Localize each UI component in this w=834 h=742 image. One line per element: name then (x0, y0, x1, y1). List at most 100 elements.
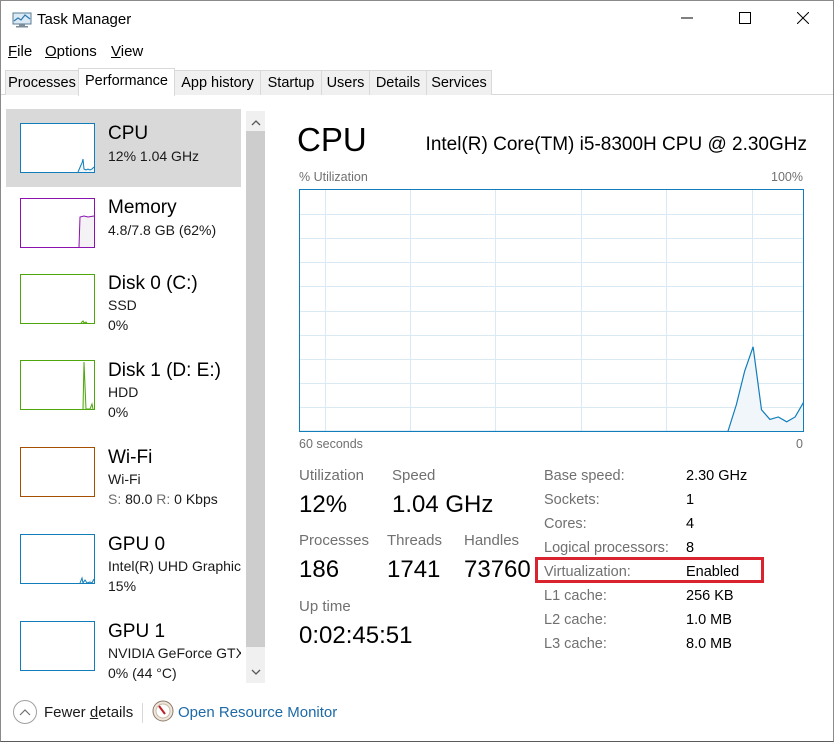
spec-l3-cache-value: 8.0 MB (686, 636, 732, 652)
performance-sidebar: CPU 12% 1.04 GHz Memory 4.8/7.8 GB (62%)… (6, 109, 241, 683)
processes-value: 186 (299, 556, 340, 583)
wifi-send-label: S: (108, 491, 122, 507)
tab-startup[interactable]: Startup (260, 70, 322, 95)
graph-x-left-label: 60 seconds (299, 437, 363, 451)
wifi-send-value: 80.0 (125, 491, 153, 507)
sidebar-gpu0-model: Intel(R) UHD Graphics (108, 558, 241, 574)
disk1-mini-graph (20, 360, 95, 410)
tab-services[interactable]: Services (426, 70, 492, 95)
menu-options[interactable]: Options (45, 43, 97, 60)
tab-details[interactable]: Details (369, 70, 427, 95)
spec-logical-processors-label: Logical processors: (544, 540, 669, 556)
chevron-down-icon (251, 662, 261, 680)
sidebar-item-gpu0[interactable]: GPU 0 Intel(R) UHD Graphics 15% (6, 522, 241, 600)
close-button[interactable] (774, 1, 832, 39)
threads-value: 1741 (387, 556, 441, 583)
window-title: Task Manager (37, 11, 132, 28)
graph-x-right-label: 0 (796, 437, 803, 451)
sidebar-item-disk0[interactable]: Disk 0 (C:) SSD 0% (6, 261, 241, 339)
sidebar-item-memory[interactable]: Memory 4.8/7.8 GB (62%) (6, 185, 241, 263)
threads-label: Threads (387, 532, 443, 549)
tab-users[interactable]: Users (321, 70, 370, 95)
minimize-button[interactable] (658, 1, 716, 39)
menu-view[interactable]: View (111, 43, 143, 60)
cpu-detail-panel: CPU Intel(R) Core(TM) i5-8300H CPU @ 2.3… (297, 109, 807, 679)
spec-base-speed-value: 2.30 GHz (686, 468, 748, 484)
menu-options-label: ptions (56, 43, 97, 60)
spec-base-speed-label: Base speed: (544, 468, 625, 484)
spec-sockets-value: 1 (686, 492, 695, 508)
tab-performance[interactable]: Performance (78, 68, 175, 96)
scroll-up-button[interactable] (246, 113, 265, 131)
footer-bar: Fewer details Open Resource Monitor (1, 691, 833, 733)
processes-label: Processes (299, 532, 370, 549)
spec-l2-cache-label: L2 cache: (544, 612, 607, 628)
spec-sockets-label: Sockets: (544, 492, 600, 508)
speed-value: 1.04 GHz (392, 491, 494, 518)
graph-y-max-label: 100% (771, 170, 803, 184)
minimize-icon (681, 11, 693, 29)
close-icon (796, 11, 810, 29)
handles-value: 73760 (464, 556, 531, 583)
sidebar-gpu0-title: GPU 0 (108, 534, 166, 555)
menu-options-accel: O (45, 43, 57, 60)
sidebar-scrollbar[interactable] (246, 111, 265, 683)
cpu-mini-graph (20, 123, 95, 173)
task-manager-icon (12, 12, 32, 28)
tab-app-history[interactable]: App history (174, 70, 261, 95)
wifi-receive-value: 0 Kbps (174, 491, 218, 507)
menu-view-accel: V (111, 43, 121, 60)
disk0-mini-graph (20, 274, 95, 324)
uptime-label: Up time (299, 598, 351, 615)
gpu0-mini-graph (20, 534, 95, 584)
gpu1-mini-graph (20, 621, 95, 671)
tab-processes[interactable]: Processes (5, 70, 79, 95)
spec-l1-cache-value: 256 KB (686, 588, 734, 604)
wifi-receive-label: R: (156, 491, 171, 507)
spec-l2-cache-value: 1.0 MB (686, 612, 732, 628)
utilization-value: 12% (299, 491, 348, 518)
chevron-up-icon (251, 113, 261, 131)
menu-file-label: ile (17, 43, 33, 60)
sidebar-disk0-type: SSD (108, 297, 137, 313)
sidebar-disk0-title: Disk 0 (C:) (108, 273, 198, 294)
fewer-details-link[interactable]: Fewer details (44, 704, 133, 721)
sidebar-gpu1-title: GPU 1 (108, 621, 166, 642)
sidebar-memory-usage: 4.8/7.8 GB (62%) (108, 222, 217, 238)
cpu-utilization-graph (299, 189, 805, 433)
virtualization-highlight-box (535, 557, 764, 583)
sidebar-wifi-throughput: S: 80.0 R: 0 Kbps (108, 491, 218, 507)
open-resource-monitor-link[interactable]: Open Resource Monitor (178, 704, 337, 721)
spec-l1-cache-label: L1 cache: (544, 588, 607, 604)
resource-monitor-icon (152, 700, 174, 722)
spec-cores-label: Cores: (544, 516, 587, 532)
sidebar-wifi-title: Wi-Fi (108, 447, 153, 468)
sidebar-item-wifi[interactable]: Wi-Fi Wi-Fi S: 80.0 R: 0 Kbps (6, 435, 241, 513)
memory-mini-graph (20, 198, 95, 248)
sidebar-item-cpu[interactable]: CPU 12% 1.04 GHz (6, 109, 241, 187)
menu-file[interactable]: File (8, 43, 32, 60)
maximize-button[interactable] (716, 1, 774, 39)
sidebar-item-gpu1[interactable]: GPU 1 NVIDIA GeForce GTX 0% (44 °C) (6, 609, 241, 683)
sidebar-cpu-title: CPU (108, 123, 149, 144)
fewer-details-prefix: Fewer (44, 704, 90, 721)
fewer-details-accel: d (89, 704, 99, 721)
sidebar-item-disk1[interactable]: Disk 1 (D: E:) HDD 0% (6, 348, 241, 426)
title-bar: Task Manager (1, 1, 833, 39)
scroll-thumb[interactable] (246, 131, 265, 647)
maximize-icon (739, 11, 751, 29)
menu-view-label: iew (120, 43, 144, 60)
sidebar-gpu1-usage: 0% (44 °C) (108, 665, 177, 681)
tab-strip: Processes Performance App history Startu… (1, 68, 833, 96)
footer-separator (142, 703, 143, 723)
sidebar-disk1-type: HDD (108, 384, 139, 400)
fewer-details-button[interactable] (13, 700, 37, 724)
fewer-details-suffix: etails (98, 704, 134, 721)
wifi-mini-graph (20, 447, 95, 497)
spec-l3-cache-label: L3 cache: (544, 636, 607, 652)
menu-file-accel: F (8, 43, 18, 60)
scroll-down-button[interactable] (246, 662, 265, 680)
task-manager-window: Task Manager File Options View Processes… (0, 0, 834, 742)
handles-label: Handles (464, 532, 520, 549)
menu-bar: File Options View (1, 41, 833, 63)
